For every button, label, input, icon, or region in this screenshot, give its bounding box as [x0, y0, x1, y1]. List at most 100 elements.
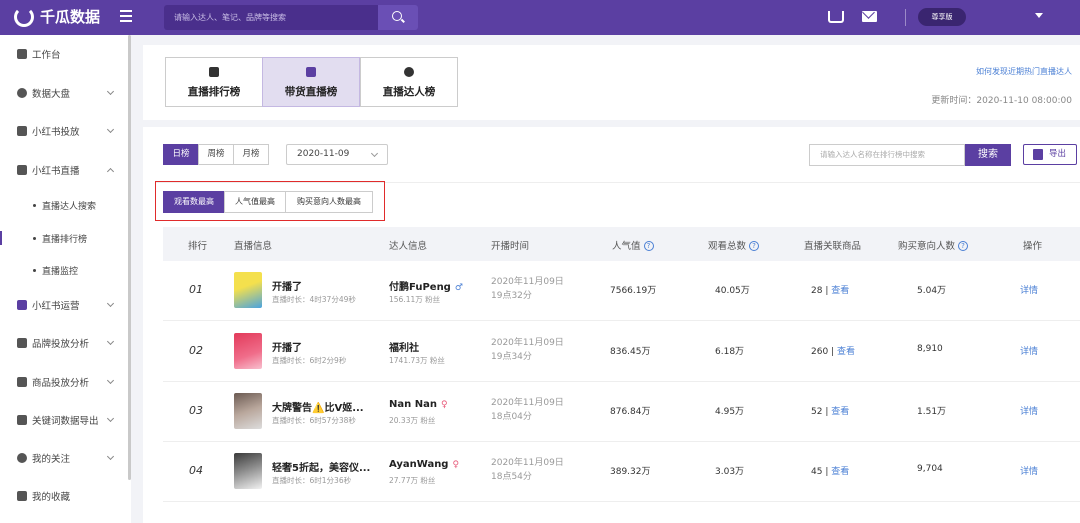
tab-live-ranking[interactable]: 直播排行榜: [165, 57, 263, 107]
mail-icon[interactable]: [862, 11, 877, 22]
ranking-search-button[interactable]: 搜索: [965, 144, 1011, 166]
sidebar-item-favorites[interactable]: 我的收藏: [0, 486, 131, 506]
live-thumbnail[interactable]: [234, 272, 262, 308]
start-date: 2020年11月09日: [491, 458, 564, 468]
sidebar-subitem-live-ranking[interactable]: 直播排行榜: [0, 228, 131, 248]
view-goods-link[interactable]: 查看: [831, 286, 849, 296]
tab-sort-buyers[interactable]: 购买意向人数最高: [285, 191, 373, 213]
views: 4.95万: [715, 407, 745, 417]
table-row: 03 大牌警告⚠️比V姬... 直播时长：6时57分38秒 Nan Nan ♀ 2…: [163, 382, 1080, 442]
talent-name[interactable]: Nan Nan ♀: [389, 399, 448, 410]
help-icon[interactable]: ?: [749, 241, 760, 251]
sidebar-item-keyword-export[interactable]: 关键词数据导出: [0, 410, 131, 430]
sidebar-item-brand-analysis[interactable]: 品牌投放分析: [0, 333, 131, 353]
start-time: 2020年11月09日 18点54分: [491, 456, 564, 484]
view-goods-link[interactable]: 查看: [831, 407, 849, 417]
detail-link[interactable]: 详情: [1020, 404, 1038, 417]
start-clock: 18点04分: [491, 412, 532, 422]
chevron-up-icon: [106, 167, 115, 176]
sidebar-item-xhs-live[interactable]: 小红书直播: [0, 160, 131, 180]
live-title[interactable]: 大牌警告⚠️比V姬...: [272, 399, 364, 414]
live-duration: 直播时长：4时37分49秒: [272, 295, 356, 304]
vip-badge[interactable]: 尊享版: [918, 8, 966, 26]
goods-number: 260: [811, 347, 829, 357]
goods-count: 28 | 查看: [811, 286, 850, 296]
live-thumbnail[interactable]: [234, 453, 262, 489]
sidebar-item-label: 小红书直播: [32, 166, 80, 177]
tab-sort-popularity[interactable]: 人气值最高: [224, 191, 286, 213]
ranking-content-card: 日榜 周榜 月榜 2020-11-09 请输入达人名称在排行榜中搜索 搜索 导出…: [143, 127, 1080, 523]
sidebar-subitem-live-talent-search[interactable]: 直播达人搜索: [0, 195, 131, 215]
sidebar-item-label: 我的关注: [32, 454, 71, 465]
help-link[interactable]: 如何发现近期热门直播达人: [976, 66, 1072, 77]
sidebar-subitem-live-monitor[interactable]: 直播监控: [0, 260, 131, 280]
detail-link[interactable]: 详情: [1020, 344, 1038, 357]
rank: 01: [189, 283, 203, 296]
cart-icon: [306, 67, 316, 77]
person-icon: [404, 67, 414, 77]
view-goods-link[interactable]: 查看: [831, 467, 849, 477]
logo[interactable]: 千瓜数据: [14, 6, 100, 27]
tab-sales-live-ranking[interactable]: 带货直播榜: [262, 57, 360, 107]
tab-monthly[interactable]: 月榜: [233, 144, 269, 165]
heart-icon: [17, 300, 27, 310]
start-clock: 18点54分: [491, 472, 532, 482]
tab-label: 直播排行榜: [187, 86, 241, 98]
bar-chart-icon: [17, 338, 27, 348]
talent-name[interactable]: AyanWang ♀: [389, 459, 459, 470]
top-bar: 千瓜数据 请输入达人、笔记、品牌等搜索 尊享版: [0, 0, 1080, 35]
start-time: 2020年11月09日 19点34分: [491, 336, 564, 364]
detail-link[interactable]: 详情: [1020, 283, 1038, 296]
live-thumbnail[interactable]: [234, 393, 262, 429]
views: 3.03万: [715, 467, 745, 477]
sidebar: 工作台 数据大盘 小红书投放 小红书直播 直播达人搜索 直播排行榜 直播监控 小…: [0, 35, 131, 523]
live-duration: 直播时长：6时2分9秒: [272, 356, 347, 365]
chevron-down-icon: [106, 414, 115, 423]
col-buyers: 购买意向人数?: [898, 238, 969, 252]
goods-number: 45: [811, 467, 823, 477]
help-icon[interactable]: ?: [643, 241, 654, 251]
tab-daily[interactable]: 日榜: [163, 144, 199, 165]
popularity: 836.45万: [610, 347, 651, 357]
start-time: 2020年11月09日 18点04分: [491, 396, 564, 424]
sidebar-scrollbar[interactable]: [128, 35, 131, 480]
detail-link[interactable]: 详情: [1020, 464, 1038, 477]
talent-name[interactable]: 付鹏FuPeng ♂: [389, 278, 463, 293]
buyers: 9,704: [917, 464, 943, 474]
ranking-search-input[interactable]: 请输入达人名称在排行榜中搜索: [809, 144, 965, 166]
global-search-button[interactable]: [378, 5, 418, 30]
date-picker[interactable]: 2020-11-09: [286, 144, 388, 165]
tab-sort-views[interactable]: 观看数最高: [163, 191, 225, 213]
sidebar-item-goods-analysis[interactable]: 商品投放分析: [0, 372, 131, 392]
account-dropdown-icon[interactable]: [1035, 13, 1043, 18]
microphone-icon: [209, 67, 219, 77]
cart-icon[interactable]: [828, 11, 844, 23]
sidebar-item-dashboard[interactable]: 数据大盘: [0, 83, 131, 103]
menu-toggle-icon[interactable]: [120, 10, 132, 22]
chevron-down-icon: [106, 87, 115, 96]
goods-number: 52: [811, 407, 823, 417]
talent-name[interactable]: 福利社: [389, 339, 419, 354]
female-icon: ♀: [440, 400, 448, 410]
help-icon[interactable]: ?: [958, 241, 969, 251]
sidebar-item-following[interactable]: 我的关注: [0, 448, 131, 468]
sidebar-item-label: 商品投放分析: [32, 378, 90, 389]
col-label: 人气值: [612, 241, 641, 252]
start-clock: 19点34分: [491, 352, 532, 362]
live-title[interactable]: 开播了: [272, 339, 302, 354]
tab-live-talent-ranking[interactable]: 直播达人榜: [360, 57, 458, 107]
sidebar-item-xhs-ads[interactable]: 小红书投放: [0, 121, 131, 141]
live-thumbnail[interactable]: [234, 333, 262, 369]
global-search-input[interactable]: 请输入达人、笔记、品牌等搜索: [164, 5, 378, 30]
sidebar-item-xhs-operation[interactable]: 小红书运营: [0, 295, 131, 315]
sidebar-item-label: 数据大盘: [32, 89, 71, 100]
fans-count: 27.77万 粉丝: [389, 476, 436, 485]
goods-count: 45 | 查看: [811, 467, 850, 477]
sidebar-item-workbench[interactable]: 工作台: [0, 44, 131, 64]
live-duration: 直播时长：6时1分36秒: [272, 476, 352, 485]
live-title[interactable]: 开播了: [272, 278, 302, 293]
live-title[interactable]: 轻奢5折起，美容仪...: [272, 459, 370, 474]
tab-weekly[interactable]: 周榜: [198, 144, 234, 165]
view-goods-link[interactable]: 查看: [837, 347, 855, 357]
export-button[interactable]: 导出: [1023, 144, 1077, 165]
